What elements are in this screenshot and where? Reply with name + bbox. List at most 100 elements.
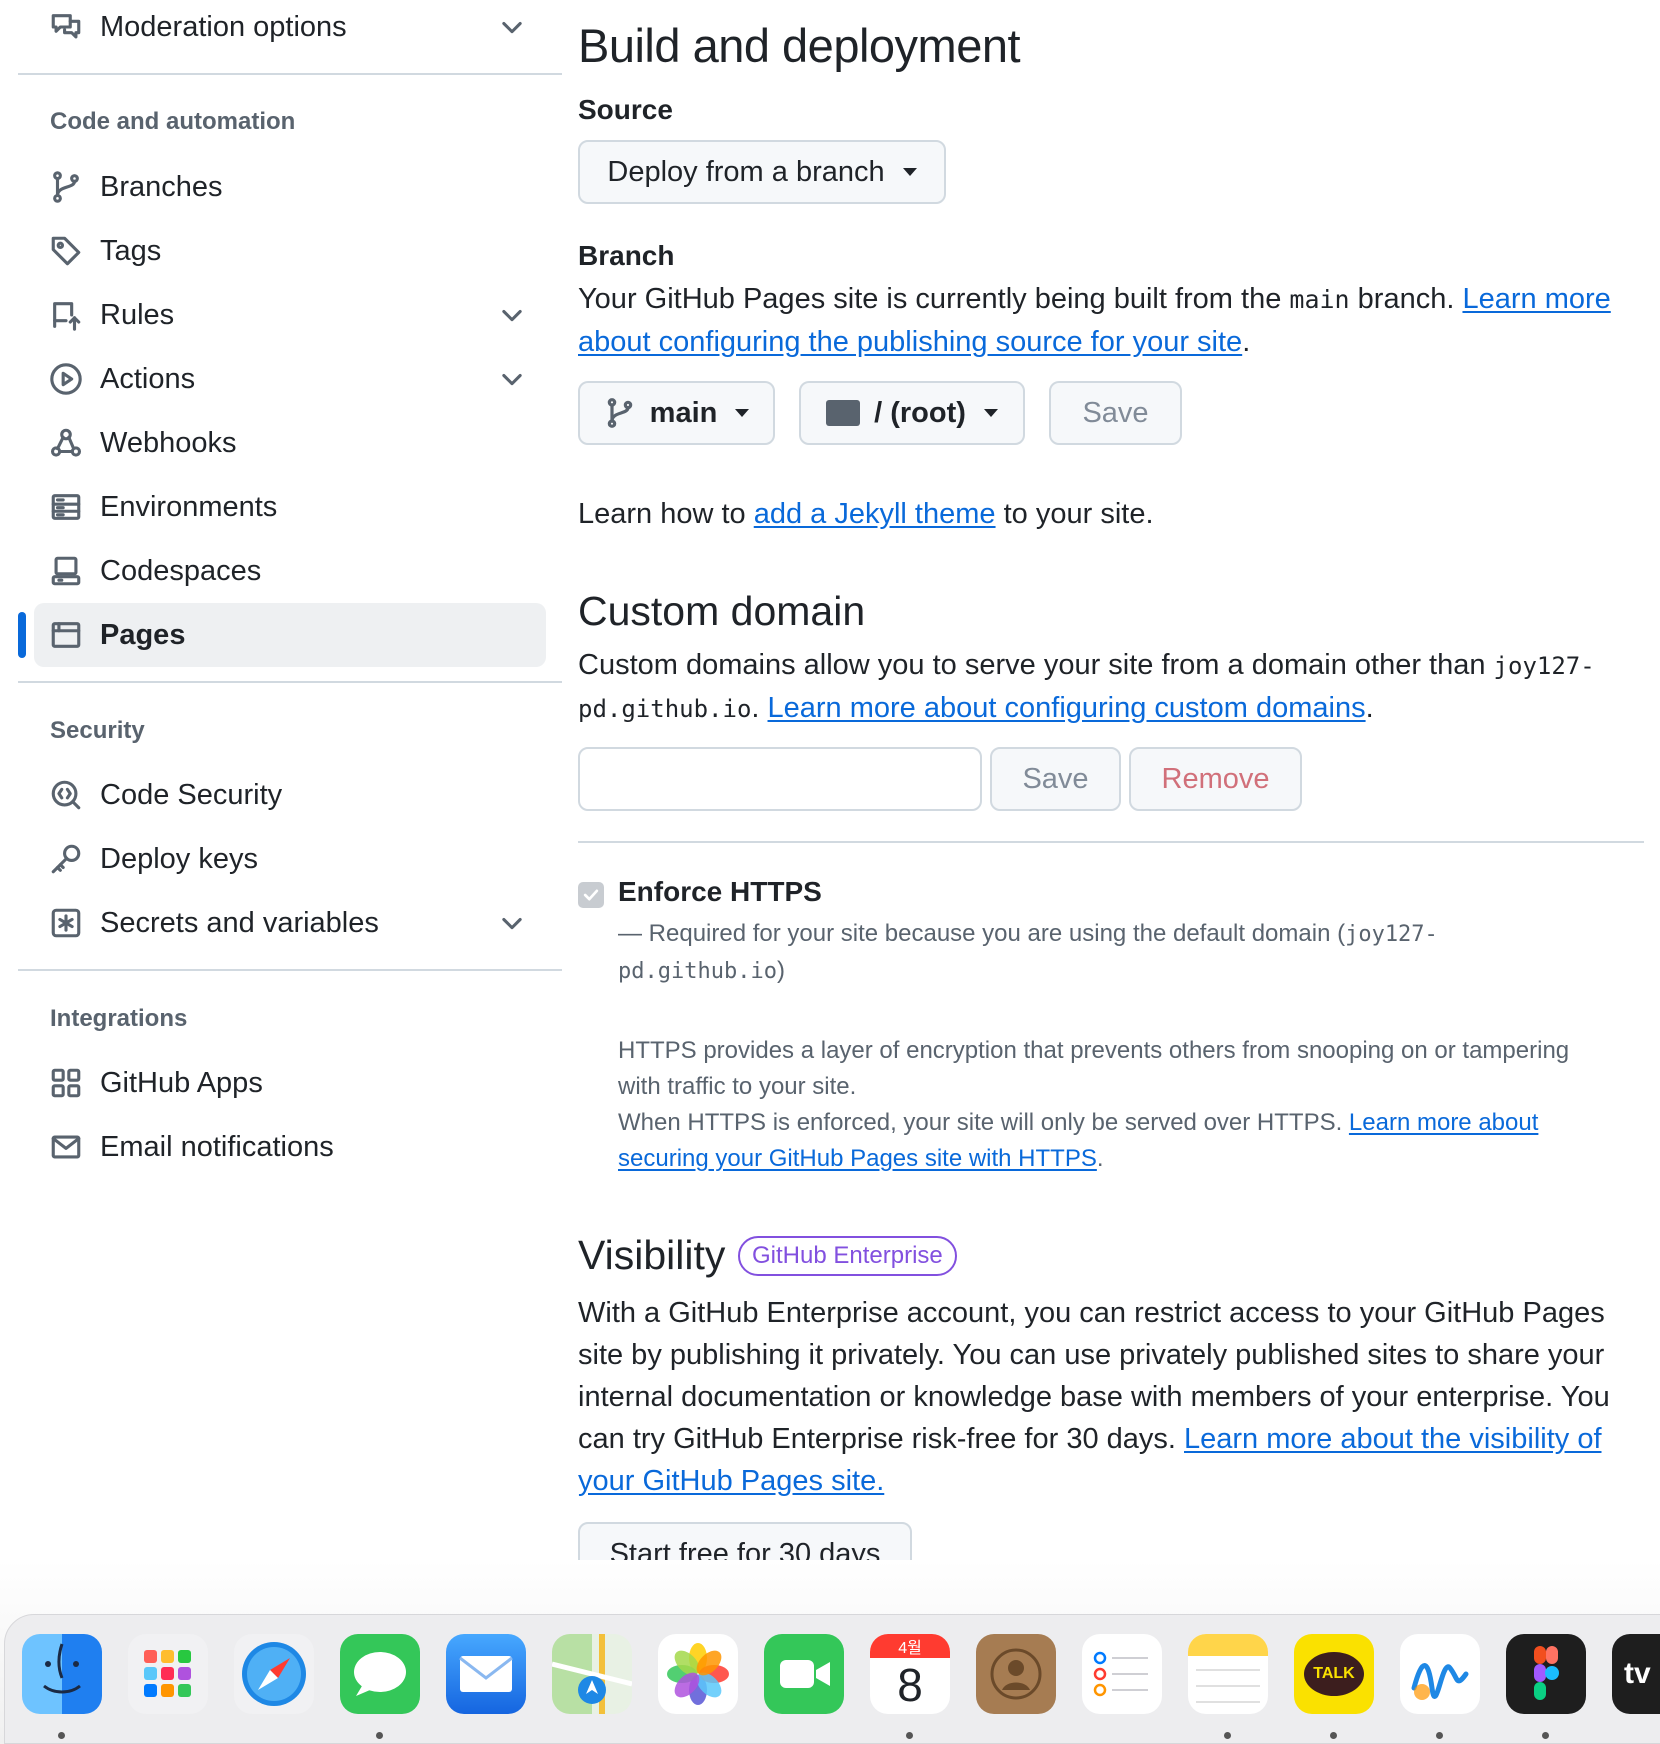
sidebar-item-codespaces[interactable]: Codespaces [34, 539, 546, 603]
facetime-icon[interactable] [764, 1634, 844, 1714]
kakaotalk-icon[interactable]: TALK [1294, 1634, 1374, 1714]
active-indicator [18, 612, 26, 658]
sidebar-item-webhooks[interactable]: Webhooks [34, 411, 546, 475]
running-indicator [906, 1732, 913, 1739]
caret-down-icon [983, 409, 998, 417]
section-divider [578, 841, 1644, 843]
git-branch-icon [604, 397, 636, 429]
custom-domain-remove-button[interactable]: Remove [1129, 747, 1302, 811]
speech-bubble-icon [354, 1652, 406, 1696]
custom-domain-description: Custom domains allow you to serve your s… [578, 649, 1595, 724]
asterisk-icon [48, 905, 84, 941]
calendar-icon[interactable]: 4월 8 [870, 1634, 950, 1714]
chevron-down-icon[interactable] [498, 13, 526, 41]
add-jekyll-theme-link[interactable]: add a Jekyll theme [754, 498, 996, 530]
caret-down-icon [902, 168, 917, 176]
sidebar-section-code-automation: Code and automation [50, 108, 296, 135]
appletv-icon[interactable]: tv [1612, 1634, 1660, 1714]
custom-domain-input[interactable] [578, 747, 982, 811]
mail-app-icon[interactable] [446, 1634, 526, 1714]
custom-domain-save-button[interactable]: Save [990, 747, 1121, 811]
safari-compass-icon [242, 1642, 306, 1706]
finder-face-icon [43, 1643, 81, 1694]
finder-icon[interactable] [22, 1634, 102, 1714]
sidebar-item-moderation-options[interactable]: Moderation options [34, 0, 546, 59]
launchpad-icon[interactable] [128, 1634, 208, 1714]
sidebar-divider [18, 969, 562, 971]
figma-logo-icon [1534, 1646, 1559, 1700]
branch-description: Your GitHub Pages site is currently bein… [578, 283, 1611, 358]
branch-label: Branch [578, 240, 675, 271]
figma-icon[interactable] [1506, 1634, 1586, 1714]
sidebar-item-branches[interactable]: Branches [34, 155, 546, 219]
visibility-title: Visibility [578, 1232, 726, 1278]
sidebar-divider [18, 681, 562, 683]
learn-more-https-link[interactable]: Learn more about [1349, 1109, 1538, 1136]
sidebar-item-secrets-variables[interactable]: Secrets and variables [34, 891, 546, 955]
running-indicator [376, 1732, 383, 1739]
video-camera-icon [780, 1660, 830, 1688]
sidebar-divider [18, 73, 562, 75]
notes-header [1188, 1634, 1268, 1656]
running-indicator [1330, 1732, 1337, 1739]
page-title: Build and deployment [578, 19, 1021, 72]
play-icon [48, 361, 84, 397]
squiggle-icon [1411, 1663, 1469, 1700]
learn-more-visibility-link-continued[interactable]: your GitHub Pages site. [578, 1465, 884, 1497]
envelope-icon [459, 1656, 513, 1692]
caret-down-icon [735, 409, 750, 417]
contacts-icon[interactable] [976, 1634, 1056, 1714]
checklist-icon [1093, 1651, 1148, 1697]
jekyll-hint: Learn how to add a Jekyll theme to your … [578, 498, 1154, 530]
running-indicator [1542, 1732, 1549, 1739]
codescan-icon [48, 777, 84, 813]
learn-more-custom-domains-link[interactable]: Learn more about configuring custom doma… [768, 692, 1366, 724]
git-branch-icon [48, 169, 84, 205]
photos-flower-icon [667, 1643, 729, 1705]
sidebar-section-security: Security [50, 717, 145, 744]
safari-icon[interactable] [234, 1634, 314, 1714]
chevron-down-icon[interactable] [498, 909, 526, 937]
sidebar-item-pages[interactable]: Pages [34, 603, 546, 667]
sidebar-item-rules[interactable]: Rules [34, 283, 546, 347]
sidebar-item-github-apps[interactable]: GitHub Apps [34, 1051, 546, 1115]
sidebar-item-tags[interactable]: Tags [34, 219, 546, 283]
sidebar-item-actions[interactable]: Actions [34, 347, 546, 411]
messages-icon[interactable] [340, 1634, 420, 1714]
tag-icon [48, 233, 84, 269]
enforce-https-checkbox[interactable] [578, 882, 604, 908]
maps-icon[interactable] [552, 1634, 632, 1714]
key-icon [48, 841, 84, 877]
launchpad-grid-icon [144, 1650, 191, 1697]
server-icon [48, 489, 84, 525]
photos-icon[interactable] [658, 1634, 738, 1714]
running-indicator [1224, 1732, 1231, 1739]
sidebar-item-environments[interactable]: Environments [34, 475, 546, 539]
custom-domain-title: Custom domain [578, 588, 866, 634]
apps-icon [48, 1065, 84, 1101]
sidebar-item-code-security[interactable]: Code Security [34, 763, 546, 827]
reminders-icon[interactable] [1082, 1634, 1162, 1714]
learn-more-https-link-continued[interactable]: securing your GitHub Pages site with HTT… [618, 1145, 1097, 1172]
webhook-icon [48, 425, 84, 461]
sidebar-item-email-notifications[interactable]: Email notifications [34, 1115, 546, 1179]
https-description: HTTPS provides a layer of encryption tha… [618, 1037, 1570, 1172]
learn-more-visibility-link[interactable]: Learn more about the visibility of [1184, 1423, 1602, 1455]
running-indicator [58, 1732, 65, 1739]
https-required-note: — Required for your site because you are… [618, 920, 1438, 984]
visibility-description: With a GitHub Enterprise account, you ca… [578, 1297, 1610, 1497]
freeform-icon[interactable] [1400, 1634, 1480, 1714]
notes-icon[interactable] [1188, 1634, 1268, 1714]
sidebar-item-deploy-keys[interactable]: Deploy keys [34, 827, 546, 891]
sidebar-section-integrations: Integrations [50, 1005, 188, 1032]
branch-save-button[interactable]: Save [1049, 381, 1182, 445]
source-label: Source [578, 94, 673, 125]
source-dropdown[interactable]: Deploy from a branch [578, 140, 946, 204]
mail-icon [48, 1129, 84, 1165]
branch-select-button[interactable]: main [578, 381, 775, 445]
folder-select-button[interactable]: / (root) [799, 381, 1025, 445]
browser-icon [48, 617, 84, 653]
chevron-down-icon[interactable] [498, 301, 526, 329]
enforce-https-label: Enforce HTTPS [618, 876, 822, 907]
chevron-down-icon[interactable] [498, 365, 526, 393]
